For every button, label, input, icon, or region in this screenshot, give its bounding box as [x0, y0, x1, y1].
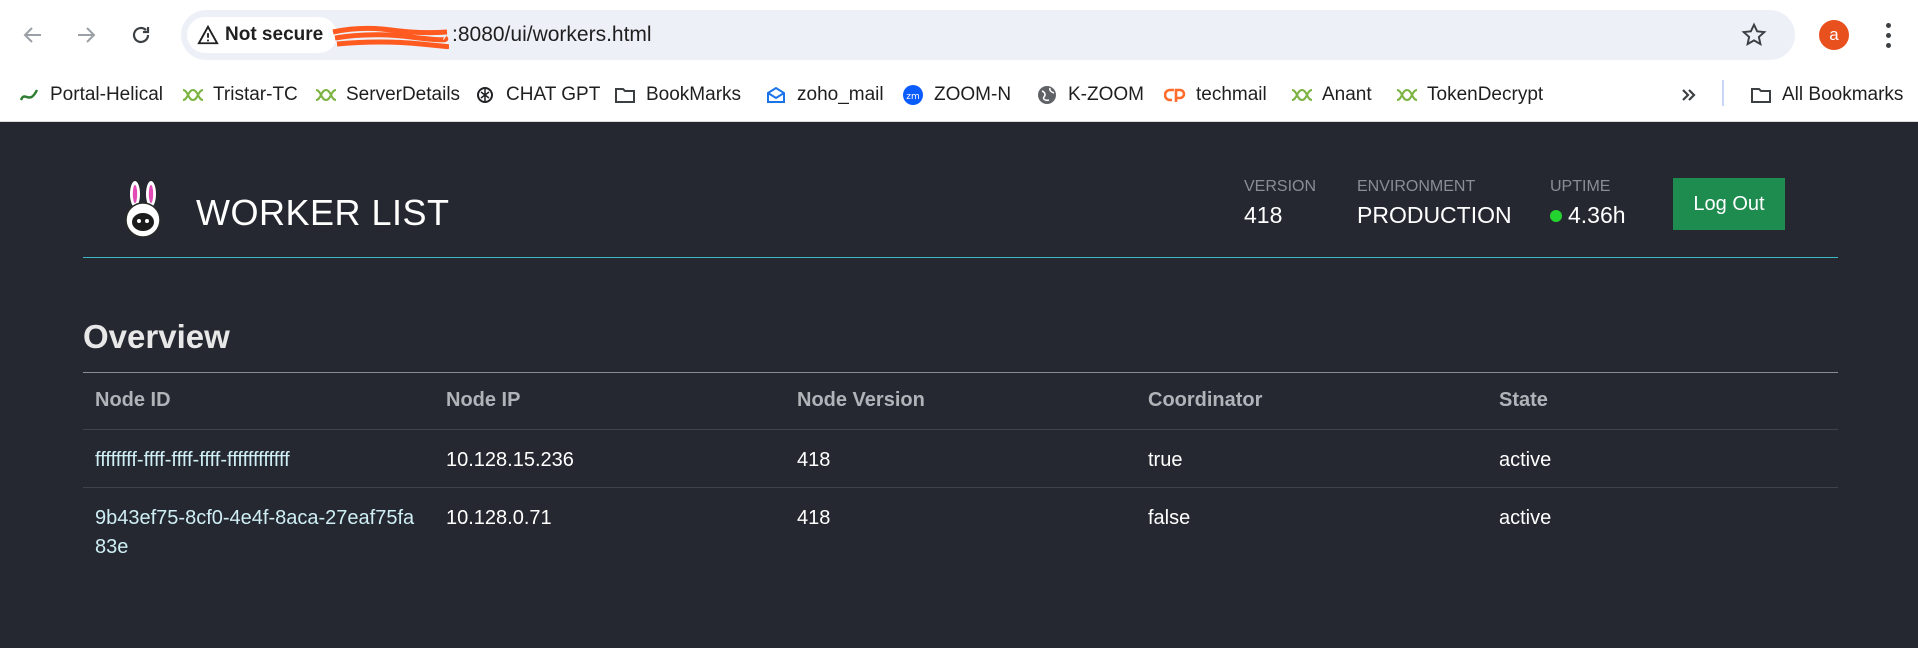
dna-icon — [1395, 84, 1417, 106]
bookmarks-overflow-button[interactable] — [1678, 80, 1700, 110]
uptime-value: 4.36h — [1568, 202, 1626, 228]
bookmark-portal-helical[interactable]: Portal-Helical — [18, 80, 163, 110]
column-header-node-version[interactable]: Node Version — [785, 373, 1136, 430]
profile-initial: a — [1829, 25, 1839, 44]
version-value: 418 — [1244, 202, 1283, 228]
version-stat: VERSION 418 — [1244, 178, 1316, 229]
address-bar[interactable]: Not secure :8080/ui/workers.html — [181, 10, 1795, 60]
column-header-node-ip[interactable]: Node IP — [434, 373, 785, 430]
node-ip-cell: 10.128.0.71 — [446, 506, 552, 529]
version-label: VERSION — [1244, 178, 1317, 195]
reload-icon — [132, 26, 150, 44]
bookmark-label: techmail — [1196, 84, 1267, 105]
bookmark-tristar-tc[interactable]: Tristar-TC — [181, 80, 298, 110]
table-header-row: Node ID Node IP Node Version Coordinator… — [83, 373, 1838, 430]
bookmark-chat-gpt[interactable]: CHAT GPT — [474, 80, 600, 110]
overview-title: Overview — [83, 318, 230, 355]
bookmark-techmail[interactable]: techmail — [1164, 80, 1267, 110]
bunny-logo-icon — [125, 181, 161, 238]
node-id-link[interactable]: ffffffff-ffff-ffff-ffff-ffffffffffff — [83, 429, 434, 488]
bookmark-anant[interactable]: Anant — [1290, 80, 1372, 110]
arrow-right-icon — [78, 27, 96, 43]
coordinator-cell: false — [1148, 506, 1191, 529]
state-cell: active — [1487, 429, 1838, 488]
table-row: ffffffff-ffff-ffff-ffff-ffffffffffff 10.… — [83, 429, 1838, 488]
bookmark-label: K-ZOOM — [1068, 84, 1144, 105]
browser-menu-button[interactable] — [1875, 18, 1901, 52]
star-icon[interactable] — [1741, 22, 1767, 48]
state-cell: active — [1499, 506, 1552, 529]
double-chevron-right-icon — [1678, 84, 1700, 106]
app-content: WORKER LIST VERSION 418 ENVIRONMENT PROD… — [0, 122, 1918, 648]
bookmark-label: Tristar-TC — [213, 84, 298, 105]
forward-button[interactable] — [67, 16, 105, 54]
bookmarks-bar: Portal-Helical Tristar-TC ServerDetails … — [0, 70, 1918, 122]
bookmark-label: Portal-Helical — [50, 84, 163, 105]
bookmark-label: CHAT GPT — [506, 84, 601, 105]
reload-button[interactable] — [122, 16, 160, 54]
logout-button[interactable]: Log Out — [1673, 178, 1785, 230]
bookmark-label: zoho_mail — [797, 84, 884, 105]
url-path: :8080/ui/workers.html — [452, 23, 652, 46]
node-version-cell: 418 — [785, 429, 1136, 488]
environment-label: ENVIRONMENT — [1357, 178, 1476, 195]
bookmark-label: BookMarks — [646, 84, 742, 105]
bookmark-zoho-mail[interactable]: zoho_mail — [765, 80, 884, 110]
globe-icon — [1036, 84, 1058, 106]
bookmark-label: ZOOM-N — [934, 84, 1012, 105]
helical-logo-icon — [18, 84, 40, 106]
openai-icon — [474, 84, 496, 106]
workers-table: Node ID Node IP Node Version Coordinator… — [83, 373, 1838, 574]
column-header-coordinator[interactable]: Coordinator — [1136, 373, 1487, 430]
bookmark-k-zoom[interactable]: K-ZOOM — [1036, 80, 1144, 110]
svg-text:zm: zm — [906, 92, 920, 102]
app-header: WORKER LIST VERSION 418 ENVIRONMENT PROD… — [83, 122, 1838, 258]
bookmark-serverdetails[interactable]: ServerDetails — [314, 80, 460, 110]
dna-icon — [1290, 84, 1312, 106]
bookmark-label: Anant — [1322, 84, 1372, 105]
folder-icon — [614, 84, 636, 106]
zoom-icon: zm — [902, 84, 924, 106]
bookmark-tokendecrypt[interactable]: TokenDecrypt — [1395, 80, 1543, 110]
url-text: :8080/ui/workers.html — [337, 23, 652, 47]
environment-value: PRODUCTION — [1357, 202, 1512, 228]
uptime-label: UPTIME — [1550, 178, 1611, 195]
dna-icon — [314, 84, 336, 106]
all-bookmarks-label: All Bookmarks — [1782, 84, 1904, 105]
bookmark-bookmarks-folder[interactable]: BookMarks — [614, 80, 741, 110]
mail-icon — [765, 84, 787, 106]
status-dot-icon — [1550, 209, 1562, 222]
security-label: Not secure — [225, 24, 324, 45]
browser-toolbar: Not secure :8080/ui/workers.html a — [0, 0, 1918, 70]
arrow-left-icon — [23, 27, 41, 43]
folder-icon — [1750, 84, 1772, 106]
environment-stat: ENVIRONMENT PRODUCTION — [1357, 178, 1512, 229]
cpanel-icon — [1164, 84, 1186, 106]
table-row: 9b43ef75-8cf0-4e4f-8aca-27eaf75fa83e 10.… — [83, 487, 1838, 574]
bookmark-zoom-n[interactable]: zm ZOOM-N — [902, 80, 1011, 110]
coordinator-cell: true — [1136, 429, 1487, 488]
bookmark-label: ServerDetails — [346, 84, 461, 105]
security-chip[interactable]: Not secure — [187, 17, 338, 53]
column-header-state[interactable]: State — [1487, 373, 1838, 430]
uptime-row: 4.36h — [1550, 202, 1626, 229]
column-header-node-id[interactable]: Node ID — [83, 373, 434, 430]
all-bookmarks-button[interactable]: All Bookmarks — [1750, 80, 1903, 110]
profile-avatar[interactable]: a — [1819, 20, 1849, 50]
back-button[interactable] — [14, 16, 52, 54]
node-ip-cell: 10.128.15.236 — [434, 429, 785, 488]
bookmark-label: TokenDecrypt — [1427, 84, 1544, 105]
node-id-link[interactable]: 9b43ef75-8cf0-4e4f-8aca-27eaf75fa83e — [83, 487, 434, 574]
page-title: WORKER LIST — [196, 192, 450, 233]
node-version-cell: 418 — [797, 506, 831, 529]
uptime-stat: UPTIME 4.36h — [1550, 178, 1626, 229]
bookmarks-divider — [1722, 80, 1724, 106]
warning-icon — [197, 24, 219, 45]
dna-icon — [181, 84, 203, 106]
